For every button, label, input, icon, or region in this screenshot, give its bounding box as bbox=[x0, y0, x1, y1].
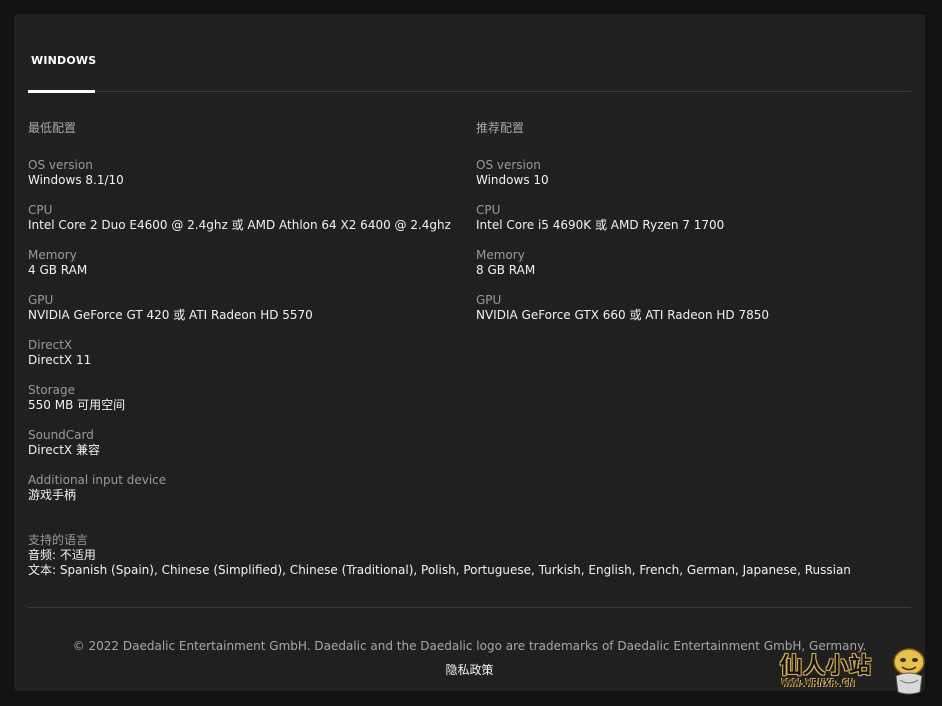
spec-label: Additional input device bbox=[28, 473, 167, 487]
spec-memory-recommended: Memory 8 GB RAM bbox=[476, 248, 906, 293]
watermark-url: WWW.WRNXR.CN bbox=[782, 678, 855, 689]
spec-label: DirectX bbox=[28, 338, 73, 352]
minimum-requirements-column: 最低配置 OS version Windows 8.1/10 CPU Intel… bbox=[28, 120, 468, 518]
spec-value: 8 GB RAM bbox=[476, 263, 536, 277]
spec-label: CPU bbox=[28, 203, 53, 217]
mascot-icon bbox=[893, 648, 925, 695]
spec-label: CPU bbox=[476, 203, 501, 217]
spec-value: NVIDIA GeForce GTX 660 或 ATI Radeon HD 7… bbox=[476, 308, 770, 322]
spec-value: Intel Core i5 4690K 或 AMD Ryzen 7 1700 bbox=[476, 218, 725, 232]
minimum-heading: 最低配置 bbox=[28, 121, 77, 135]
languages-heading: 支持的语言 bbox=[28, 533, 89, 547]
spec-label: Memory bbox=[28, 248, 77, 262]
spec-memory-minimum: Memory 4 GB RAM bbox=[28, 248, 468, 293]
spec-cpu-minimum: CPU Intel Core 2 Duo E4600 @ 2.4ghz 或 AM… bbox=[28, 203, 468, 248]
spec-label: Memory bbox=[476, 248, 525, 262]
system-requirements-panel: WINDOWS 最低配置 OS version Windows 8.1/10 C… bbox=[14, 14, 925, 691]
site-watermark: 仙人小站 WWW.WRNXR.CN bbox=[780, 646, 930, 698]
footer-divider bbox=[28, 607, 911, 608]
platform-tabbar: WINDOWS bbox=[28, 14, 911, 93]
spec-value: DirectX 11 bbox=[28, 353, 92, 367]
spec-directx-minimum: DirectX DirectX 11 bbox=[28, 338, 468, 383]
spec-gpu-recommended: GPU NVIDIA GeForce GTX 660 或 ATI Radeon … bbox=[476, 293, 906, 338]
spec-label: GPU bbox=[28, 293, 54, 307]
spec-cpu-recommended: CPU Intel Core i5 4690K 或 AMD Ryzen 7 17… bbox=[476, 203, 906, 248]
spec-gpu-minimum: GPU NVIDIA GeForce GT 420 或 ATI Radeon H… bbox=[28, 293, 468, 338]
spec-value: 550 MB 可用空间 bbox=[28, 398, 126, 412]
spec-input-device-minimum: Additional input device 游戏手柄 bbox=[28, 473, 468, 518]
recommended-requirements-column: 推荐配置 OS version Windows 10 CPU Intel Cor… bbox=[476, 120, 906, 338]
watermark-title: 仙人小站 bbox=[780, 654, 873, 679]
text-languages: 文本: Spanish (Spain), Chinese (Simplified… bbox=[28, 563, 851, 577]
spec-label: OS version bbox=[476, 158, 541, 172]
spec-value: Windows 8.1/10 bbox=[28, 173, 124, 187]
spec-label: OS version bbox=[28, 158, 93, 172]
spec-label: SoundCard bbox=[28, 428, 94, 442]
spec-label: Storage bbox=[28, 383, 75, 397]
spec-value: Intel Core 2 Duo E4600 @ 2.4ghz 或 AMD At… bbox=[28, 218, 451, 232]
spec-label: GPU bbox=[476, 293, 502, 307]
spec-value: Windows 10 bbox=[476, 173, 549, 187]
recommended-heading: 推荐配置 bbox=[476, 121, 525, 135]
spec-os-minimum: OS version Windows 8.1/10 bbox=[28, 158, 468, 203]
privacy-policy-link[interactable]: 隐私政策 bbox=[445, 663, 493, 678]
spec-soundcard-minimum: SoundCard DirectX 兼容 bbox=[28, 428, 468, 473]
tab-windows-label: WINDOWS bbox=[31, 54, 97, 67]
spec-value: 游戏手柄 bbox=[28, 488, 77, 502]
spec-value: 4 GB RAM bbox=[28, 263, 88, 277]
audio-languages: 音频: 不适用 bbox=[28, 548, 96, 562]
spec-value: DirectX 兼容 bbox=[28, 443, 100, 457]
supported-languages: 支持的语言 音频: 不适用 文本: Spanish (Spain), Chine… bbox=[28, 533, 908, 578]
spec-storage-minimum: Storage 550 MB 可用空间 bbox=[28, 383, 468, 428]
spec-value: NVIDIA GeForce GT 420 或 ATI Radeon HD 55… bbox=[28, 308, 313, 322]
tab-windows[interactable]: WINDOWS bbox=[28, 14, 97, 93]
active-tab-indicator bbox=[28, 90, 95, 93]
spec-os-recommended: OS version Windows 10 bbox=[476, 158, 906, 203]
